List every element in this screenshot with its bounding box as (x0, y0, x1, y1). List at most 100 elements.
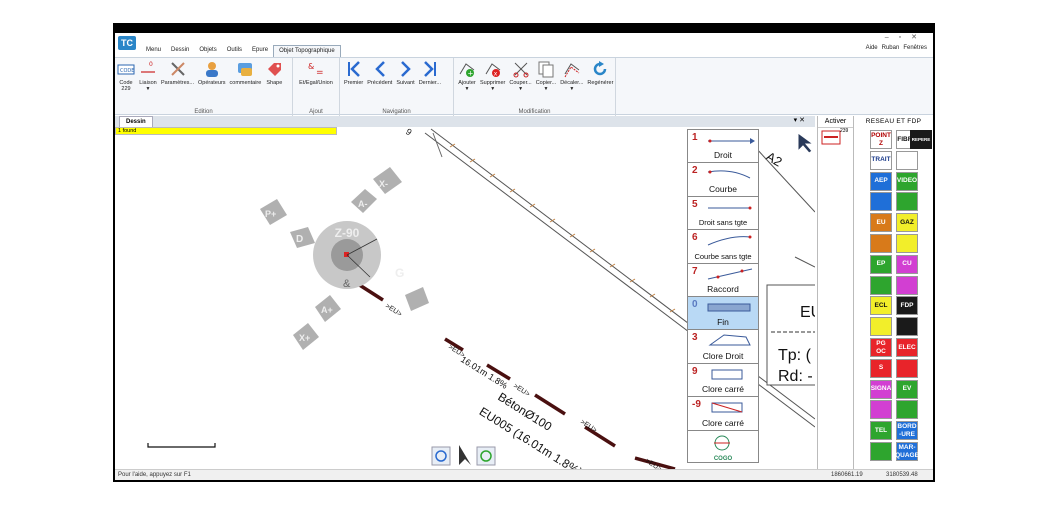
supprimer-button[interactable]: x Supprimer ▼ (478, 60, 507, 92)
cmd-num: 9 (692, 365, 698, 377)
add-point-icon: + (458, 60, 476, 78)
pointer-icon[interactable] (459, 445, 471, 465)
network-button-left-2[interactable]: AEP (870, 171, 892, 191)
network-button-left-8[interactable]: ECL (870, 296, 892, 316)
regenerer-button[interactable]: Regénérer (585, 60, 615, 92)
liaison-icon: 0 (139, 60, 157, 78)
pipe-eu005[interactable] (346, 275, 676, 469)
title-bar: TC Menu Dessin Objets Outils Epure Objet… (115, 33, 933, 57)
decaler-button[interactable]: Décaler... ▼ (558, 60, 585, 92)
radial-menu[interactable]: Z-90 G & D P+ A- X- A+ X+ (260, 167, 429, 350)
premier-button[interactable]: Premier (342, 60, 365, 86)
network-button-right-11[interactable] (896, 358, 918, 378)
tab-objets[interactable]: Objets (194, 45, 221, 57)
zoom-toolbar (431, 445, 496, 466)
network-button-right-6[interactable]: CU (896, 254, 918, 274)
cmd-num: 3 (692, 332, 698, 344)
status-help: Pour l'aide, appuyez sur F1 (118, 472, 191, 478)
radial-lower-petal[interactable] (405, 287, 429, 311)
network-button-left-9[interactable] (870, 317, 892, 337)
menu-aide[interactable]: Aide (866, 45, 878, 51)
cmd-courbe-sans-tgte[interactable]: 6 Courbe sans tgte (688, 230, 758, 264)
network-button-left-4[interactable]: EU (870, 213, 892, 233)
network-button-left-0[interactable]: POINT Z (870, 130, 892, 149)
liaison-button[interactable]: 0 Liaison ▼ (137, 60, 159, 92)
tab-dessin-document[interactable]: Dessin (119, 116, 153, 127)
cmd-clore-carre[interactable]: 9 Clore carré (688, 364, 758, 398)
network-button-left-5[interactable] (870, 234, 892, 253)
network-button-left-7[interactable] (870, 275, 892, 295)
network-button-right-7[interactable] (896, 275, 918, 295)
cmd-droit[interactable]: 1 Droit (688, 130, 758, 164)
network-button-right-9[interactable] (896, 317, 918, 337)
precedent-button[interactable]: Précédent (365, 60, 394, 86)
network-button-left-1[interactable]: TRAIT (870, 150, 892, 170)
ajouter-button[interactable]: + Ajouter ▼ (456, 60, 478, 92)
network-button-left-15[interactable] (870, 442, 892, 461)
network-button-right-5[interactable] (896, 234, 918, 253)
window-controls[interactable]: –▫✕ (885, 33, 927, 41)
cmd-clore-droit[interactable]: 3 Clore Droit (688, 330, 758, 364)
network-button-left-14[interactable]: TEL (870, 421, 892, 441)
network-button-right-4[interactable]: GAZ (896, 213, 918, 233)
zoom-in-icon[interactable] (476, 446, 496, 466)
network-button-right-10[interactable]: ELEC (896, 338, 918, 357)
svg-text:=: = (316, 68, 324, 78)
cmd-clore-carre-neg[interactable]: -9 Clore carré (688, 397, 758, 431)
et-egal-union-button[interactable]: & = Et/Egal/Union (297, 60, 335, 86)
network-button-right-1[interactable] (896, 150, 918, 170)
zoom-out-icon[interactable] (431, 446, 451, 466)
radial-g[interactable]: G (395, 266, 404, 280)
previous-icon (371, 60, 389, 78)
cmd-droit-sans-tgte[interactable]: 5 Droit sans tgte (688, 197, 758, 231)
network-button-right-12[interactable]: EV (896, 379, 918, 399)
cmd-fin[interactable]: 0 Fin (688, 296, 758, 331)
network-button-left-11[interactable]: S (870, 358, 892, 378)
radial-z90[interactable]: Z-90 (335, 226, 360, 240)
tools-icon (169, 60, 187, 78)
operateurs-button[interactable]: Opérateurs (196, 60, 228, 92)
activer-item[interactable]: 239 (818, 128, 853, 148)
cmd-cogo[interactable]: COGO (688, 431, 758, 464)
network-button-right-13[interactable] (896, 400, 918, 420)
label-rd: Rd: - (778, 368, 813, 385)
tab-objet-topographique[interactable]: Objet Topographique (273, 45, 341, 57)
menu-fenetres[interactable]: Fenêtres (903, 45, 927, 51)
app-logo[interactable]: TC (118, 36, 136, 50)
network-button-right-8[interactable]: FDP (896, 296, 918, 316)
repere-button[interactable]: REPERE (910, 130, 932, 149)
commentaire-button[interactable]: commentaire (228, 60, 264, 92)
cmd-courbe[interactable]: 2 Courbe (688, 163, 758, 197)
network-button-left-6[interactable]: EP (870, 254, 892, 274)
tab-epure[interactable]: Epure (247, 45, 273, 57)
suivant-button[interactable]: Suivant (394, 60, 416, 86)
shape-button[interactable]: Shape (263, 60, 285, 92)
network-button-right-3[interactable] (896, 192, 918, 212)
network-button-right-2[interactable]: VIDEO (896, 171, 918, 191)
network-button-right-15[interactable]: MAR- QUAGE (895, 442, 919, 461)
network-button-right-14[interactable]: BORD -URE (896, 421, 918, 441)
code-button[interactable]: CODE Code 229 (115, 60, 137, 92)
couper-button[interactable]: Couper... ▼ (507, 60, 533, 92)
tab-menu[interactable]: Menu (141, 45, 166, 57)
activer-item-number: 239 (840, 128, 849, 134)
network-button-left-3[interactable] (870, 192, 892, 212)
line-layer-icon (821, 130, 841, 145)
app-frame: TC Menu Dessin Objets Outils Epure Objet… (113, 23, 935, 482)
parametres-button[interactable]: Paramètres... (159, 60, 196, 92)
tab-outils[interactable]: Outils (222, 45, 247, 57)
network-button-left-10[interactable]: PG OC (870, 338, 892, 357)
cmd-raccord[interactable]: 7 Raccord (688, 264, 758, 297)
group-label-modification: Modification (518, 109, 551, 115)
network-button-left-12[interactable]: SIGNA (870, 379, 892, 399)
dernier-button[interactable]: Dernier... (417, 60, 443, 86)
junction-icon (707, 268, 753, 280)
tab-dessin[interactable]: Dessin (166, 45, 194, 57)
close-square-reverse-icon (711, 402, 743, 413)
copier-button[interactable]: Copier... ▼ (534, 60, 558, 92)
panel-close-icon[interactable]: ▾ ✕ (794, 116, 805, 124)
menu-ruban[interactable]: Ruban (882, 45, 900, 51)
scissors-icon (512, 60, 530, 78)
cmd-label: Clore Droit (702, 350, 744, 361)
network-button-left-13[interactable] (870, 400, 892, 420)
